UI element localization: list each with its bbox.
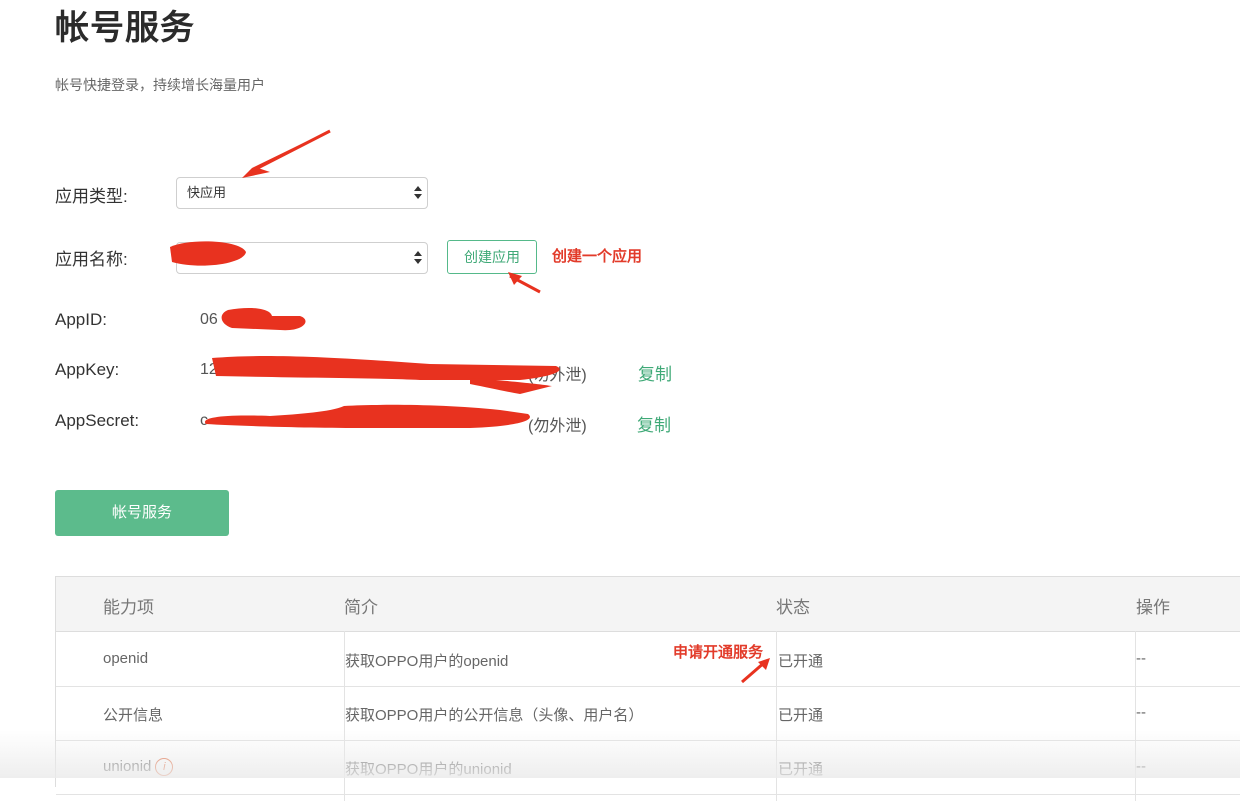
copy-appsecret-link[interactable]: 复制 — [637, 411, 671, 436]
header-status: 状态 — [776, 598, 810, 617]
header-action: 操作 — [1136, 598, 1170, 617]
cell-action: -- — [1136, 758, 1146, 775]
page-subtitle: 帐号快捷登录，持续增长海量用户 — [55, 77, 265, 93]
appsecret-value: c — [200, 412, 208, 429]
app-name-select[interactable] — [176, 242, 428, 274]
cell-ability: 公开信息 — [103, 707, 164, 724]
cell-action: -- — [1136, 650, 1146, 667]
appkey-label: AppKey: — [55, 360, 120, 379]
cell-ability: unionid i — [103, 758, 174, 777]
create-app-button[interactable]: 创建应用 — [447, 240, 537, 274]
appkey-note: (勿外泄) — [528, 367, 587, 384]
column-divider — [776, 631, 777, 801]
appsecret-label: AppSecret: — [55, 411, 140, 430]
app-type-label: 应用类型: — [55, 187, 128, 206]
ability-table: 能力项 简介 状态 操作 openid 获取OPPO用户的openid 已开通 … — [55, 576, 1240, 801]
account-service-button[interactable]: 帐号服务 — [55, 490, 229, 536]
appsecret-note: (勿外泄) — [528, 418, 587, 435]
appid-value: 06 — [200, 311, 218, 328]
cell-status: 已开通 — [778, 653, 824, 670]
header-ability: 能力项 — [103, 598, 154, 617]
table-row: unionid i 获取OPPO用户的unionid 已开通 -- — [56, 740, 1240, 795]
cell-ability-text: unionid — [103, 758, 152, 775]
header-description: 简介 — [344, 598, 378, 617]
app-type-value: 快应用 — [187, 185, 227, 200]
column-divider — [344, 631, 345, 801]
table-row: 公开信息 获取OPPO用户的公开信息（头像、用户名） 已开通 -- — [56, 686, 1240, 741]
appkey-value: 12 — [200, 361, 218, 378]
cell-description: 获取OPPO用户的unionid — [345, 761, 512, 778]
info-icon[interactable]: i — [155, 758, 174, 777]
copy-appkey-link[interactable]: 复制 — [638, 360, 672, 385]
cell-status: 已开通 — [778, 761, 824, 778]
apply-service-annotation: 申请开通服务 — [673, 644, 764, 661]
select-chevron-icon — [414, 184, 422, 202]
page-title: 帐号服务 — [55, 9, 195, 47]
cell-status: 已开通 — [778, 707, 824, 724]
select-chevron-icon — [414, 249, 422, 267]
cell-description: 获取OPPO用户的公开信息（头像、用户名） — [345, 707, 644, 724]
cell-ability: openid — [103, 650, 149, 667]
app-type-select[interactable]: 快应用 — [176, 177, 428, 209]
table-header: 能力项 简介 状态 操作 — [56, 577, 1240, 632]
column-divider — [1135, 631, 1136, 801]
app-name-label: 应用名称: — [55, 250, 128, 269]
appid-label: AppID: — [55, 310, 107, 329]
cell-description: 获取OPPO用户的openid — [345, 653, 509, 670]
cell-action: -- — [1136, 704, 1146, 721]
table-row: openid 获取OPPO用户的openid 已开通 -- — [56, 632, 1240, 687]
create-app-annotation: 创建一个应用 — [552, 248, 643, 265]
